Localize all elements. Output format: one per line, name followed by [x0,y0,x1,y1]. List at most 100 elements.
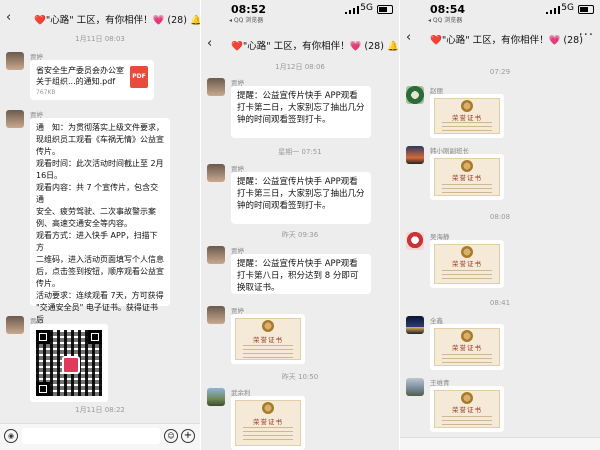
notice-line: 观看内容：共 7 个宣传片，包含交通 [36,183,159,204]
qr-finder [88,330,102,344]
battery-icon [377,5,393,14]
notice-line: 观看方式：进入快手 APP，扫描下方 [36,231,158,252]
network-type: 5G [360,3,373,13]
sender-avatar[interactable] [207,246,225,264]
pdf-file-message[interactable]: 省安全生产委员会办公室关于组织...的通知.pdf 767KB PDF [30,60,154,100]
sender-avatar[interactable] [406,146,424,164]
sender-avatar[interactable] [6,110,24,128]
status-source: ◂ QQ 浏览器 [229,17,264,24]
network-type: 5G [561,3,574,13]
notice-line: 后，点击签到按钮，顺序观看公益宣 [36,267,164,276]
certificate-title: 荣誉证书 [253,418,283,426]
chat-screenshot-1: ‹ ❤️"心路" 工区，有你相伴！💗 (28) 🔔 1月11日 08:03 贾婷… [0,0,200,450]
certificate-text-lines [442,413,492,425]
chat-header: ‹ ❤️"心路" 工区，有你相伴！💗 (28) 🔔 [201,32,399,54]
certificate-text-lines [442,351,492,363]
certificate-image[interactable]: 荣誉证书 [430,324,504,370]
sender-avatar[interactable] [406,316,424,334]
timestamp: 1月11日 08:03 [75,35,125,43]
sender-avatar[interactable] [207,306,225,324]
certificate-text-lines [442,267,492,279]
notice-line: 二维码，进入活动页面填写个人信息 [36,255,164,264]
timestamp: 1月12日 08:06 [275,63,325,71]
back-icon[interactable]: ‹ [6,10,11,25]
certificate-image[interactable]: 荣誉证书 [231,314,305,364]
message-input-bar: ◉ ☺ + [0,423,200,450]
sender-avatar[interactable] [406,378,424,396]
sender-avatar[interactable] [207,164,225,182]
reminder-message[interactable]: 提醒：公益宣传片快手 APP观看打卡第二日，大家别忘了抽出几分钟的时间观看签到打… [231,86,371,138]
file-size: 767KB [36,89,56,96]
notice-line: 安全、疲劳驾驶、二次事故警示案 [36,207,156,216]
plus-icon[interactable]: + [181,429,195,443]
signal-icon [345,6,359,14]
status-source: ◂ QQ 浏览器 [428,17,463,24]
qr-finder [36,330,50,344]
certificate-text-lines [243,344,293,358]
chat-header: ‹ ❤️"心路" 工区，有你相伴！💗 (28) ··· [400,26,600,48]
timestamp: 昨天 10:50 [281,373,319,381]
file-name: 省安全生产委员会办公室关于组织...的通知.pdf [36,66,124,86]
notice-line: 16日。 [36,171,63,180]
seal-icon [461,330,473,342]
chat-title: ❤️"心路" 工区，有你相伴！💗 (28) 🔔 [34,15,200,26]
seal-icon [461,246,473,258]
emoji-icon[interactable]: ☺ [164,429,178,443]
chat-title: ❤️"心路" 工区，有你相伴！💗 (28) [430,35,583,46]
certificate-image[interactable]: 荣誉证书 [430,94,504,138]
reminder-message[interactable]: 提醒：公益宣传片快手 APP观看打卡第八日，积分达到 8 分即可换取证书。 [231,254,371,294]
qr-code-image[interactable] [30,324,108,402]
certificate-text-lines [442,181,492,193]
timestamp: 08:08 [489,213,511,221]
notice-line: 传片。 [36,279,60,288]
certificate-text-lines [243,426,293,440]
certificate-title: 荣誉证书 [253,336,283,344]
status-bar: 08:54 ◂ QQ 浏览器 5G [400,0,600,24]
status-bar: 08:52 ◂ QQ 浏览器 5G [201,0,399,24]
notice-line: 现组织员工观看《车祸无情》公益宣 [36,135,164,144]
reminder-message[interactable]: 提醒：公益宣传片快手 APP观看打卡第三日，大家别忘了抽出几分钟的时间观看签到打… [231,172,371,224]
chat-header: ‹ ❤️"心路" 工区，有你相伴！💗 (28) 🔔 [0,6,200,28]
certificate-image[interactable]: 荣誉证书 [430,154,504,200]
notice-line: 通 知：为贯彻落实上级文件要求， [36,123,164,132]
seal-icon [461,392,473,404]
notice-line: 观看时间：此次活动时间截止至 2月 [36,159,164,168]
more-icon[interactable]: ··· [579,28,594,43]
qr-finder [36,382,50,396]
certificate-image[interactable]: 荣誉证书 [430,240,504,288]
certificate-image[interactable]: 荣誉证书 [231,396,305,450]
timestamp: 08:41 [489,299,511,307]
timestamp: 1月11日 08:22 [75,406,125,414]
notice-line: 例、高速交通安全等内容。 [36,219,132,228]
certificate-text-lines [442,121,492,131]
timestamp: 星期一 07:51 [278,148,322,156]
seal-icon [262,402,274,414]
sender-avatar[interactable] [207,388,225,406]
sender-avatar[interactable] [406,86,424,104]
signal-icon [546,6,560,14]
sender-avatar[interactable] [406,232,424,250]
pdf-icon: PDF [130,66,148,88]
battery-icon [578,5,594,14]
back-icon[interactable]: ‹ [406,30,411,45]
chat-screenshot-2: 08:52 ◂ QQ 浏览器 5G ‹ ❤️"心路" 工区，有你相伴！💗 (28… [201,0,399,450]
sender-avatar[interactable] [6,52,24,70]
timestamp: 07:29 [489,68,511,76]
chat-title: ❤️"心路" 工区，有你相伴！💗 (28) 🔔 [231,41,399,52]
notice-message[interactable]: 通 知：为贯彻落实上级文件要求， 现组织员工观看《车祸无情》公益宣 传片。 观看时间：… [30,118,170,336]
sender-avatar[interactable] [207,78,225,96]
timestamp: 昨天 09:36 [281,231,319,239]
notice-line: 活动要求：连续观看 7天，方可获得 [36,291,164,300]
app-logo-icon [62,356,80,374]
sender-avatar[interactable] [6,316,24,334]
chat-screenshot-3: 08:54 ◂ QQ 浏览器 5G ‹ ❤️"心路" 工区，有你相伴！💗 (28… [400,0,600,450]
seal-icon [262,320,274,332]
notice-line: 传片。 [36,147,60,156]
message-input[interactable] [22,428,160,444]
back-icon[interactable]: ‹ [207,36,212,51]
notice-line: "交通安全员" 电子证书。获得证书后 [36,303,158,324]
seal-icon [461,160,473,172]
voice-icon[interactable]: ◉ [4,429,18,443]
seal-icon [461,100,473,112]
certificate-image[interactable]: 荣誉证书 [430,386,504,432]
